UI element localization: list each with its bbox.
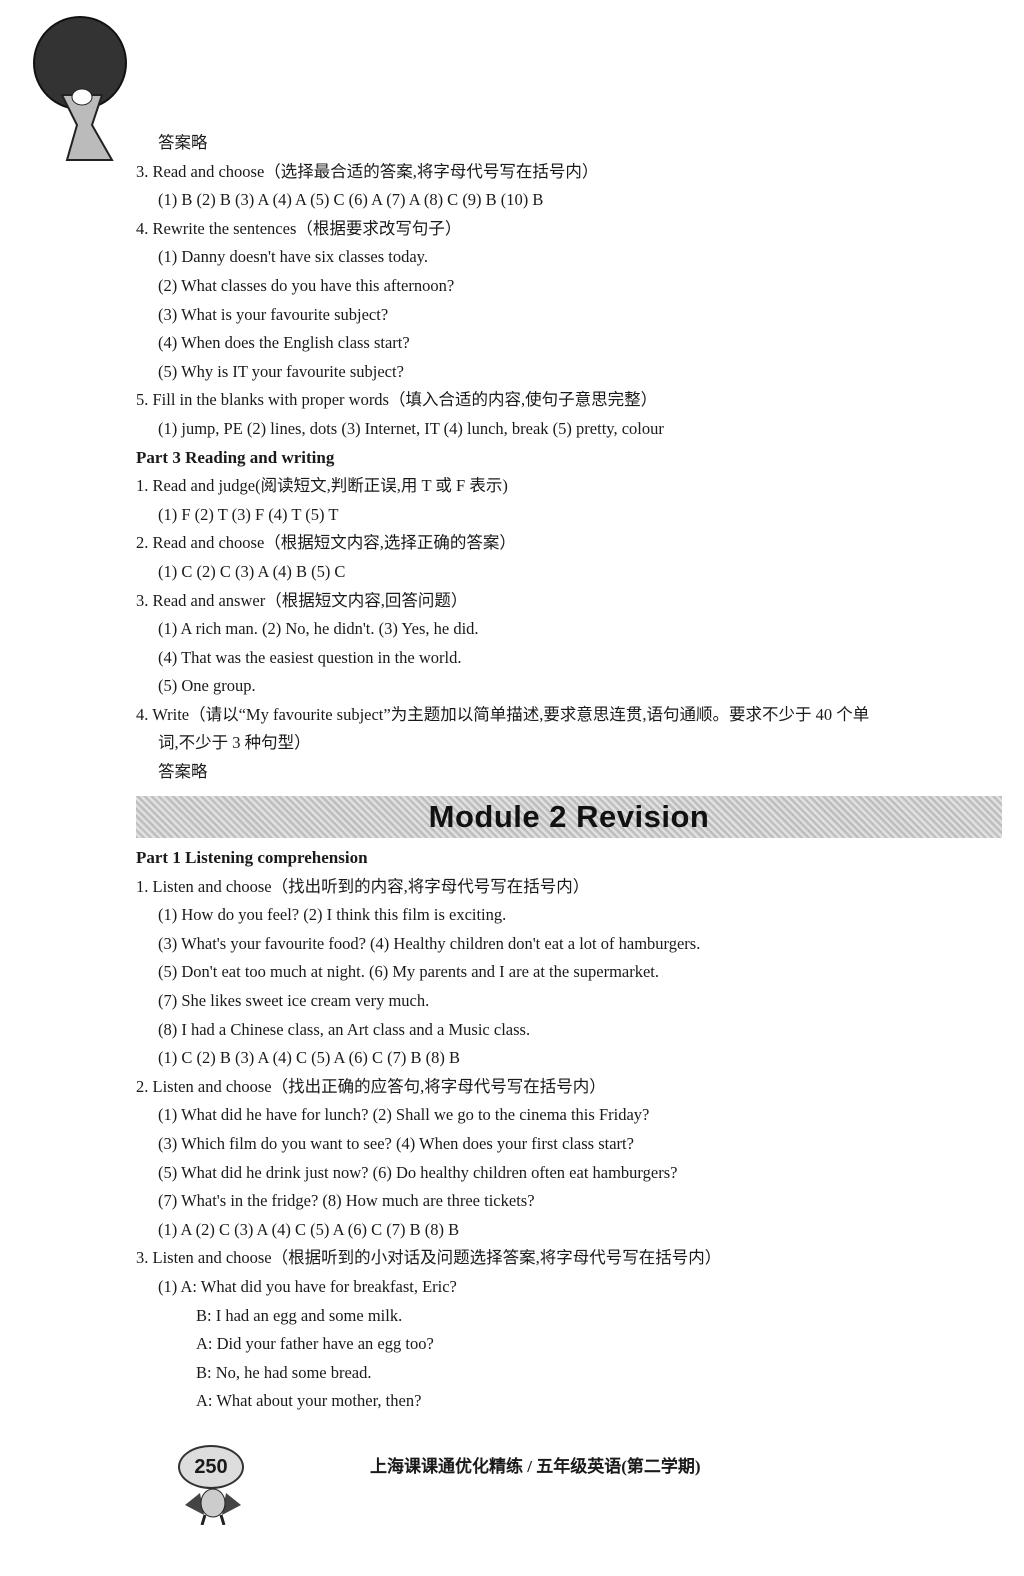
text-line: (3) What's your favourite food? (4) Heal…	[158, 933, 701, 953]
text-line: (8) I had a Chinese class, an Art class …	[158, 1019, 531, 1039]
text-line: (1) A (2) C (3) A (4) C (5) A (6) C (7) …	[158, 1219, 460, 1239]
footer-mascot-icon	[185, 1488, 241, 1525]
text-line: (1) B (2) B (3) A (4) A (5) C (6) A (7) …	[158, 190, 544, 210]
text-line: (5) What did he drink just now? (6) Do h…	[158, 1162, 678, 1182]
section-heading: Part 1 Listening comprehension	[136, 848, 368, 867]
answer-section-module-1: 答案略 3. Read and choose（选择最合适的答案,将字母代号写在括号…	[136, 129, 1004, 787]
text-line: 2. Read and choose（根据短文内容,选择正确的答案）	[136, 533, 516, 553]
text-line: (4) That was the easiest question in the…	[158, 647, 462, 667]
page-number: 250	[194, 1455, 228, 1478]
text-line: (3) What is your favourite subject?	[158, 304, 389, 324]
text-line: B: No, he had some bread.	[196, 1362, 372, 1382]
text-line: 2. Listen and choose（找出正确的应答句,将字母代号写在括号内…	[136, 1076, 606, 1096]
text-line: (7) What's in the fridge? (8) How much a…	[158, 1191, 535, 1211]
page-number-badge: 250	[178, 1445, 244, 1489]
answer-section-module-2: Part 1 Listening comprehension 1. Listen …	[136, 844, 1004, 1416]
text-line: 词,不少于 3 种句型）	[158, 733, 311, 753]
text-line: (1) Danny doesn't have six classes today…	[158, 247, 428, 267]
text-line: (1) A rich man. (2) No, he didn't. (3) Y…	[158, 619, 479, 639]
text-line: (1) How do you feel? (2) I think this fi…	[158, 905, 507, 925]
text-line: (4) When does the English class start?	[158, 333, 410, 353]
text-line: (1) C (2) C (3) A (4) B (5) C	[158, 561, 346, 581]
text-line: (5) Don't eat too much at night. (6) My …	[158, 962, 660, 982]
text-line: B: I had an egg and some milk.	[196, 1305, 403, 1325]
text-line: 3. Read and answer（根据短文内容,回答问题）	[136, 590, 468, 610]
text-line: (3) Which film do you want to see? (4) W…	[158, 1133, 634, 1153]
text-line: 4. Rewrite the sentences（根据要求改写句子）	[136, 218, 462, 238]
cartoon-mascot-illustration	[33, 16, 127, 161]
text-line: 1. Read and judge(阅读短文,判断正误,用 T 或 F 表示)	[136, 476, 508, 496]
module-title: Module 2 Revision	[428, 799, 710, 834]
module-header-band: Module 2 Revision	[136, 796, 1002, 838]
text-line: (1) jump, PE (2) lines, dots (3) Interne…	[158, 418, 664, 438]
text-line: (5) One group.	[158, 676, 256, 696]
text-line: (1) C (2) B (3) A (4) C (5) A (6) C (7) …	[158, 1048, 461, 1068]
text-line: 答案略	[158, 133, 208, 152]
text-line: 3. Read and choose（选择最合适的答案,将字母代号写在括号内）	[136, 161, 599, 181]
text-line: (1) A: What did you have for breakfast, …	[158, 1276, 457, 1296]
section-heading: Part 3 Reading and writing	[136, 447, 335, 467]
text-line: (5) Why is IT your favourite subject?	[158, 361, 404, 381]
text-line: 3. Listen and choose（根据听到的小对话及问题选择答案,将字母…	[136, 1248, 722, 1268]
text-line: 答案略	[158, 762, 208, 782]
text-line: (1) F (2) T (3) F (4) T (5) T	[158, 504, 339, 524]
text-line: 5. Fill in the blanks with proper words（…	[136, 390, 658, 410]
text-line: 4. Write（请以“My favourite subject”为主题加以简单…	[136, 704, 870, 724]
text-line: (7) She likes sweet ice cream very much.	[158, 990, 430, 1010]
text-line: (1) What did he have for lunch? (2) Shal…	[158, 1105, 650, 1125]
text-line: 1. Listen and choose（找出听到的内容,将字母代号写在括号内）	[136, 876, 590, 896]
text-line: A: What about your mother, then?	[196, 1391, 422, 1411]
book-title: 上海课课通优化精练 / 五年级英语(第二学期)	[370, 1457, 701, 1476]
text-line: (2) What classes do you have this aftern…	[158, 275, 455, 295]
text-line: A: Did your father have an egg too?	[196, 1334, 434, 1354]
